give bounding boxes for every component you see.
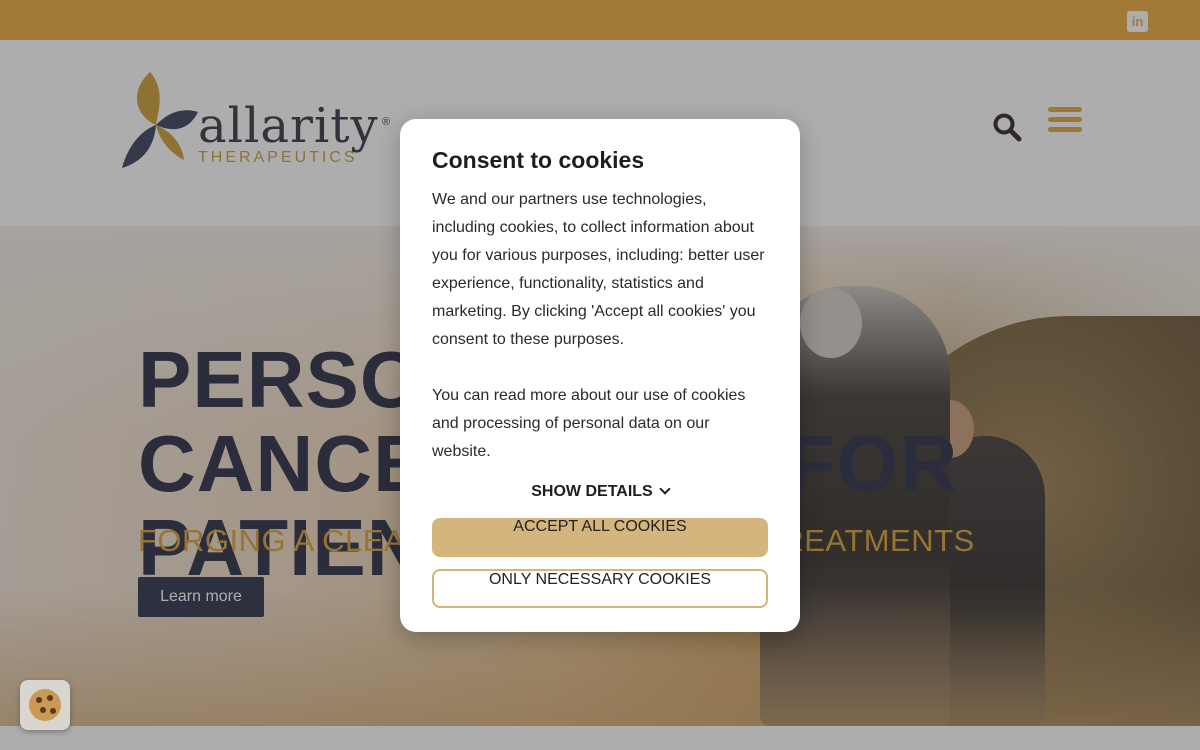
chevron-down-icon (659, 483, 671, 495)
cookie-dialog-body: We and our partners use technologies, in… (432, 186, 768, 466)
only-necessary-cookies-button[interactable]: ONLY NECESSARY COOKIES (432, 569, 768, 608)
show-details-toggle[interactable]: SHOW DETAILS (432, 480, 768, 504)
cookie-icon (29, 689, 61, 721)
cookie-settings-button[interactable] (20, 680, 70, 730)
cookie-consent-dialog: Consent to cookies We and our partners u… (400, 119, 800, 632)
cookie-dialog-paragraph: You can read more about our use of cooki… (432, 387, 746, 460)
cookie-dialog-title: Consent to cookies (432, 147, 645, 173)
accept-all-cookies-button[interactable]: ACCEPT ALL COOKIES (432, 518, 768, 557)
cookie-dialog-paragraph: We and our partners use technologies, in… (432, 191, 765, 348)
show-details-label: SHOW DETAILS (531, 483, 653, 500)
